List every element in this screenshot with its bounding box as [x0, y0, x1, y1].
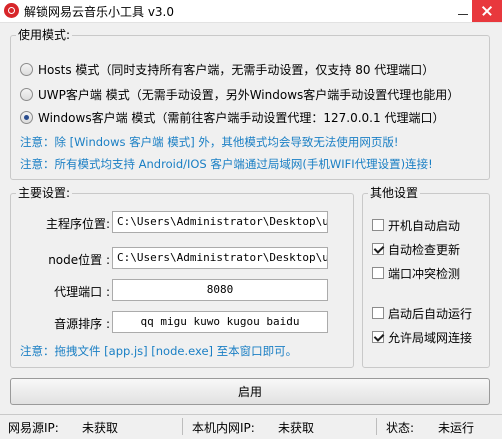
mode-option-label: Windows客户端 模式（需前往客户端手动设置代理：127.0.0.1 代理端… [38, 110, 445, 125]
mode-option-uwp[interactable]: UWP客户端 模式（无需手动设置，另外Windows客户端手动设置代理也能用） [20, 85, 459, 103]
window-title: 解锁网易云音乐小工具 v3.0 [24, 5, 175, 19]
checkbox-label: 自动检查更新 [388, 242, 461, 257]
source-order-label: 音源排序 : [54, 317, 110, 331]
radio-button[interactable] [20, 87, 33, 101]
status-divider [182, 418, 183, 435]
close-button[interactable] [472, 0, 502, 22]
proxy-port-label: 代理端口 : [54, 285, 110, 299]
mode-note-2: 注意：所有模式均支持 Android/IOS 客户端通过局域网(手机WIFI代理… [20, 157, 433, 171]
main-settings-legend: 主要设置: [18, 186, 71, 200]
mode-option-label: Hosts 模式（同时支持所有客户端，无需手动设置，仅支持 80 代理端口） [38, 62, 435, 77]
other-settings-legend: 其他设置 [370, 186, 419, 200]
drag-drop-note: 注意：拖拽文件 [app.js] [node.exe] 至本窗口即可。 [20, 344, 298, 358]
state-value: 未运行 [438, 421, 475, 435]
checkbox-checked[interactable] [372, 243, 384, 255]
local-ip-value: 未获取 [278, 421, 315, 435]
mode-note-1: 注意：除 [Windows 客户端 模式] 外，其他模式均会导致无法使用网页版! [20, 135, 399, 149]
source-order-input[interactable]: qq migu kuwo kugou baidu [112, 311, 328, 333]
checkbox[interactable] [372, 267, 384, 279]
program-path-label: 主程序位置: [45, 217, 110, 231]
title-bar: 解锁网易云音乐小工具 v3.0 [0, 0, 502, 23]
netease-ip-label: 网易源IP: [8, 421, 59, 435]
checkbox-label: 允许局域网连接 [388, 330, 473, 345]
radio-button[interactable] [20, 62, 33, 76]
checkbox-auto-update[interactable]: 自动检查更新 [372, 241, 460, 257]
mode-option-label: UWP客户端 模式（无需手动设置，另外Windows客户端手动设置代理也能用） [38, 87, 460, 102]
checkbox-label: 端口冲突检测 [388, 266, 461, 281]
netease-ip-value: 未获取 [82, 421, 119, 435]
status-divider [376, 418, 377, 435]
radio-button-selected[interactable] [20, 110, 33, 124]
checkbox-checked[interactable] [372, 331, 384, 343]
node-path-input[interactable]: C:\Users\Administrator\Desktop\ucbu [112, 247, 328, 269]
checkbox-label: 开机自动启动 [388, 218, 461, 233]
mode-option-windows[interactable]: Windows客户端 模式（需前往客户端手动设置代理：127.0.0.1 代理端… [20, 108, 444, 126]
node-path-label: node位置 : [48, 253, 110, 267]
mode-group-legend: 使用模式: [18, 28, 71, 42]
checkbox-autostart[interactable]: 开机自动启动 [372, 217, 460, 233]
start-button[interactable]: 启用 [10, 378, 490, 405]
local-ip-label: 本机内网IP: [192, 421, 255, 435]
checkbox-auto-run[interactable]: 启动后自动运行 [372, 305, 472, 321]
mode-option-hosts[interactable]: Hosts 模式（同时支持所有客户端，无需手动设置，仅支持 80 代理端口） [20, 60, 434, 78]
checkbox-allow-lan[interactable]: 允许局域网连接 [372, 329, 472, 345]
checkbox-label: 启动后自动运行 [388, 306, 473, 321]
netease-music-icon [4, 3, 19, 18]
checkbox[interactable] [372, 219, 384, 231]
status-bar: 网易源IP: 未获取 本机内网IP: 未获取 状态: 未运行 [0, 414, 502, 439]
program-path-input[interactable]: C:\Users\Administrator\Desktop\ucbu [112, 211, 328, 233]
state-label: 状态: [386, 421, 415, 435]
checkbox[interactable] [372, 307, 384, 319]
proxy-port-input[interactable]: 8080 [112, 279, 328, 301]
checkbox-port-conflict[interactable]: 端口冲突检测 [372, 265, 460, 281]
